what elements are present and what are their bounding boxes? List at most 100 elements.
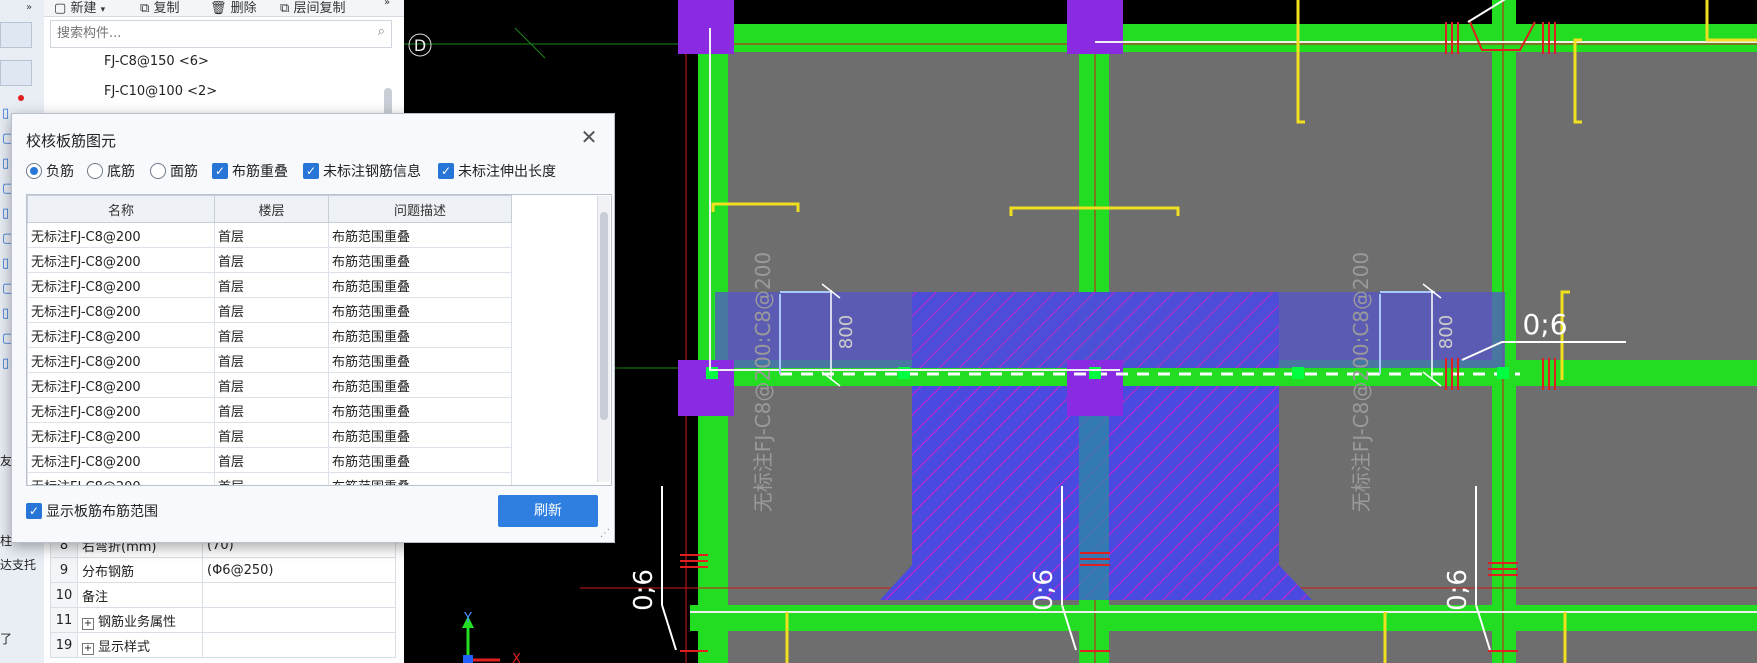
table-row[interactable]: 无标注FJ-C8@200首层布筋范围重叠	[27, 447, 512, 473]
property-value[interactable]	[202, 607, 396, 633]
column-header-name[interactable]: 名称	[27, 195, 215, 223]
issues-grid: 名称 楼层 问题描述 无标注FJ-C8@200 首层 布筋范围重叠 无标注FJ-C8…	[26, 194, 612, 486]
table-row[interactable]: 无标注FJ-C8@200首层布筋范围重叠	[27, 322, 512, 348]
beam-overlay	[1079, 386, 1109, 600]
cell-name: 无标注FJ-C8@200	[27, 247, 215, 273]
checkbox-label: 布筋重叠	[232, 164, 288, 180]
property-value[interactable]	[202, 582, 396, 608]
radio-selected-icon	[26, 163, 42, 179]
cell-issue: 布筋范围重叠	[328, 447, 512, 473]
radio-negative-rebar[interactable]: 负筋	[26, 162, 74, 180]
component-list-item[interactable]: FJ-C10@100 <2>	[104, 84, 217, 99]
table-row[interactable]: 无标注FJ-C8@200首层布筋范围重叠	[27, 247, 512, 273]
radio-bottom-rebar[interactable]: 底筋	[87, 162, 135, 180]
checkbox-rebar-overlap[interactable]: ✓ 布筋重叠	[212, 162, 288, 180]
checkbox-show-rebar-range[interactable]: ✓ 显示板筋布筋范围	[26, 502, 158, 520]
cell-floor: 首层	[214, 322, 329, 348]
property-index: 19	[50, 632, 78, 658]
table-row[interactable]: 无标注FJ-C8@200首层布筋范围重叠	[27, 297, 512, 323]
cell-name: 无标注FJ-C8@200	[27, 222, 215, 248]
delete-button[interactable]: 🗑 删除	[210, 0, 257, 16]
grid-scrollbar-thumb[interactable]	[600, 212, 608, 420]
grip-point	[1497, 367, 1509, 379]
expand-plus-icon[interactable]: +	[82, 642, 94, 655]
expand-plus-icon[interactable]: +	[82, 617, 94, 630]
table-row[interactable]: 无标注FJ-C8@200首层布筋范围重叠	[27, 347, 512, 373]
copy-icon: ⧉	[140, 1, 150, 16]
radio-label: 面筋	[170, 164, 198, 180]
component-list-scrollbar[interactable]	[384, 88, 392, 116]
radio-label: 底筋	[107, 164, 135, 180]
radio-label: 负筋	[46, 164, 74, 180]
cell-name: 无标注FJ-C8@200	[27, 272, 215, 298]
search-icon[interactable]: ⌕	[378, 24, 385, 39]
property-name-text: 显示样式	[98, 639, 151, 655]
rebar-annotation: 无标注FJ-C8@200:C8@200	[1349, 252, 1373, 512]
property-row[interactable]: 11 + 钢筋业务属性	[50, 607, 396, 633]
checkbox-unannotated-info[interactable]: ✓ 未标注钢筋信息	[303, 162, 421, 180]
cell-issue: 布筋范围重叠	[328, 472, 512, 485]
close-icon[interactable]: ✕	[578, 126, 600, 148]
cell-issue: 布筋范围重叠	[328, 247, 512, 273]
strip-tool-button[interactable]	[0, 22, 32, 48]
beam	[690, 605, 1757, 631]
red-dot-indicator	[18, 95, 24, 101]
dimension-label: 0;6	[629, 569, 659, 611]
cell-issue: 布筋范围重叠	[328, 347, 512, 373]
property-name: 分布钢筋	[77, 557, 203, 583]
strip-tool-button[interactable]	[0, 60, 32, 86]
cell-floor: 首层	[214, 247, 329, 273]
property-row[interactable]: 9 分布钢筋 (Φ6@250)	[50, 557, 396, 583]
property-row[interactable]: 10 备注	[50, 582, 396, 608]
table-row[interactable]: 无标注FJ-C8@200首层布筋范围重叠	[27, 222, 512, 248]
cell-issue: 布筋范围重叠	[328, 397, 512, 423]
cell-floor: 首层	[214, 472, 329, 485]
checkmark-icon: ✓	[303, 163, 319, 179]
property-value[interactable]: (Φ6@250)	[202, 557, 396, 583]
component-search-input[interactable]	[51, 21, 363, 45]
rebar-overlap-hatch	[912, 292, 1279, 368]
issues-table: 名称 楼层 问题描述 无标注FJ-C8@200 首层 布筋范围重叠 无标注FJ-C8…	[27, 195, 512, 485]
floor-copy-icon: ⧉	[280, 1, 290, 16]
cell-issue: 布筋范围重叠	[328, 322, 512, 348]
dimension-label: 800	[836, 315, 857, 349]
column-header-issue[interactable]: 问题描述	[328, 195, 512, 223]
table-row[interactable]: 无标注FJ-C8@200首层布筋范围重叠	[27, 372, 512, 398]
table-row[interactable]: 无标注FJ-C8@200首层布筋范围重叠	[27, 272, 512, 298]
component-list-item[interactable]: FJ-C8@150 <6>	[104, 54, 209, 69]
table-row[interactable]: 无标注FJ-C8@200首层布筋范围重叠	[27, 472, 512, 485]
dialog-title: 校核板筋图元	[26, 132, 117, 150]
refresh-button[interactable]: 刷新	[498, 495, 598, 527]
expand-arrows-icon[interactable]: »	[26, 2, 32, 13]
dimension-label: 0;6	[1522, 308, 1567, 341]
property-name: + 钢筋业务属性	[77, 607, 203, 633]
table-row[interactable]: 无标注FJ-C8@200首层布筋范围重叠	[27, 422, 512, 448]
chevron-down-icon: ▾	[100, 5, 106, 15]
cell-name: 无标注FJ-C8@200	[27, 472, 215, 485]
radio-top-rebar[interactable]: 面筋	[150, 162, 198, 180]
property-row[interactable]: 19 + 显示样式	[50, 632, 396, 658]
grid-scrollbar[interactable]	[597, 196, 610, 482]
checkmark-icon: ✓	[212, 163, 228, 179]
new-button[interactable]: ▢ 新建 ▾	[54, 0, 105, 16]
cell-floor: 首层	[214, 447, 329, 473]
cell-issue: 布筋范围重叠	[328, 422, 512, 448]
table-row[interactable]: 无标注FJ-C8@200首层布筋范围重叠	[27, 397, 512, 423]
property-value[interactable]	[202, 632, 396, 658]
checkbox-unannotated-extension[interactable]: ✓ 未标注伸出长度	[438, 162, 556, 180]
cell-floor: 首层	[214, 297, 329, 323]
property-name: 备注	[77, 582, 203, 608]
resize-grip-icon[interactable]: ⋰	[600, 528, 610, 539]
rebar-annotation: 无标注FJ-C8@200:C8@200	[751, 252, 775, 512]
property-index: 10	[50, 582, 78, 608]
property-name: + 显示样式	[77, 632, 203, 658]
ucs-origin	[463, 655, 473, 663]
cell-issue: 布筋范围重叠	[328, 372, 512, 398]
cell-issue: 布筋范围重叠	[328, 272, 512, 298]
expand-arrows-icon[interactable]: »	[384, 0, 390, 8]
cell-floor: 首层	[214, 422, 329, 448]
cell-name: 无标注FJ-C8@200	[27, 397, 215, 423]
copy-button[interactable]: ⧉ 复制	[140, 0, 179, 16]
floor-copy-button[interactable]: ⧉ 层间复制	[280, 0, 345, 16]
column-header-floor[interactable]: 楼层	[214, 195, 329, 223]
